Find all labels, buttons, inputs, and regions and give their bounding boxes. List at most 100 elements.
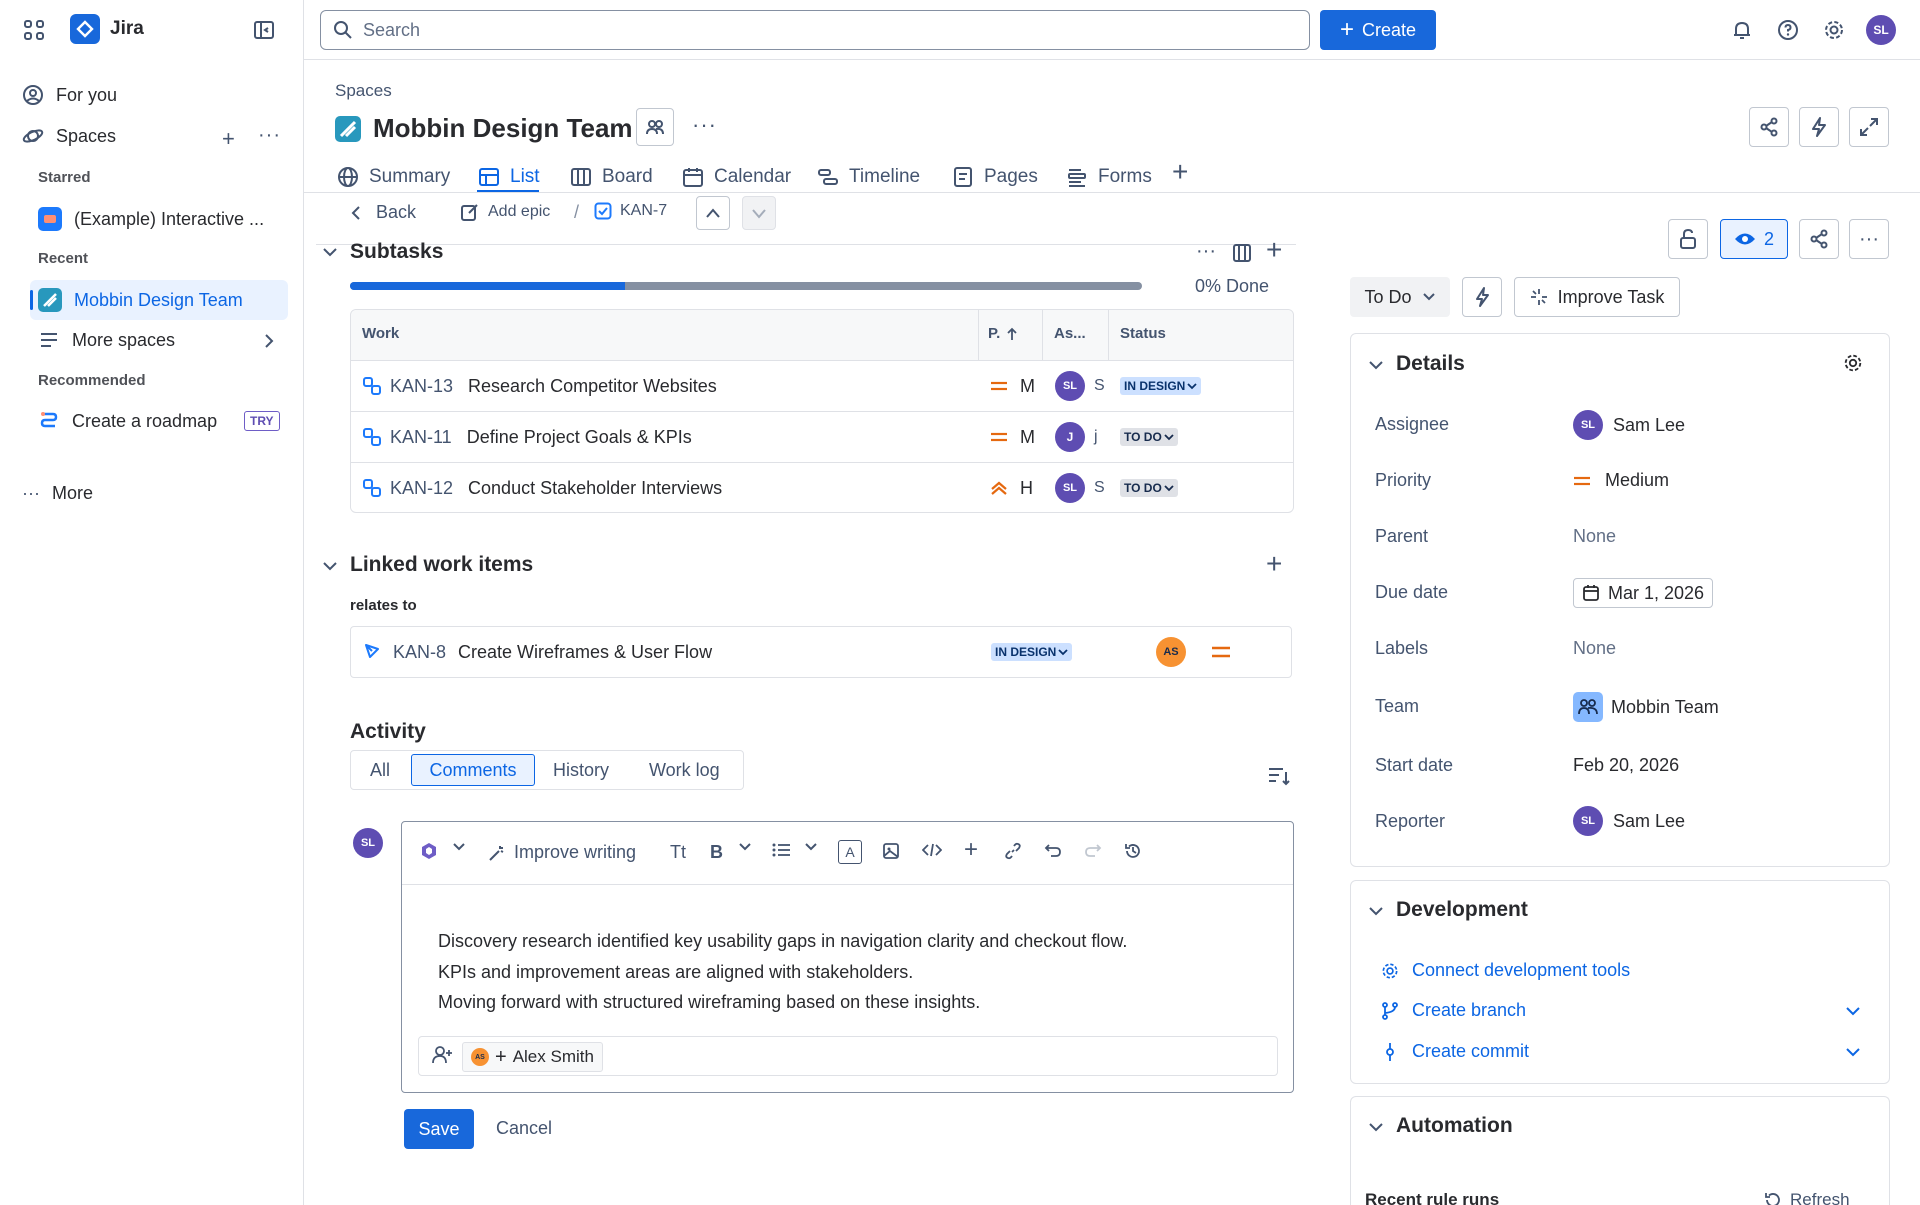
refresh-button[interactable]: Refresh (1764, 1190, 1850, 1205)
mention-chip[interactable]: AS + Alex Smith (462, 1042, 603, 1072)
issue-more-button[interactable]: ··· (1849, 219, 1889, 259)
field-parent[interactable]: None (1573, 526, 1616, 547)
avatar[interactable]: AS (1156, 637, 1186, 667)
restrictions-button[interactable] (1668, 219, 1708, 259)
gear-icon[interactable] (1842, 352, 1864, 374)
app-switcher-icon[interactable] (22, 18, 46, 42)
field-team[interactable]: Mobbin Team (1573, 692, 1719, 722)
status-lozenge[interactable]: IN DESIGN (991, 643, 1073, 661)
create-branch-link[interactable]: Create branch (1380, 1000, 1526, 1021)
add-subtask-icon[interactable]: + (1266, 236, 1282, 264)
chevron-down-icon[interactable] (1845, 1047, 1861, 1057)
linked-key[interactable]: KAN-8 (393, 642, 446, 663)
tab-timeline[interactable]: Timeline (817, 160, 920, 194)
more-actions-icon[interactable]: ··· (258, 124, 281, 147)
history-icon[interactable] (1124, 842, 1142, 860)
table-row[interactable]: KAN-11 Define Project Goals & KPIs M J j… (350, 411, 1294, 462)
activity-tab-history[interactable]: History (553, 760, 609, 781)
cancel-button[interactable]: Cancel (496, 1118, 552, 1139)
text-style-icon[interactable]: Tt (670, 842, 686, 863)
next-issue-button[interactable] (742, 196, 776, 230)
field-due-date[interactable]: Mar 1, 2026 (1573, 578, 1714, 608)
improve-writing-button[interactable]: Improve writing (488, 842, 636, 863)
collapse-sidebar-icon[interactable] (252, 18, 276, 42)
sidebar-item-more-spaces[interactable]: More spaces (38, 329, 175, 351)
sidebar-item-mobbin-design-team[interactable]: Mobbin Design Team (38, 288, 243, 312)
status-dropdown[interactable]: To Do (1350, 277, 1450, 317)
sidebar-item-create-roadmap[interactable]: Create a roadmap (38, 410, 217, 432)
settings-icon[interactable] (1822, 18, 1846, 42)
table-row[interactable]: KAN-13 Research Competitor Websites M SL… (350, 360, 1294, 411)
project-more-icon[interactable]: ··· (692, 112, 717, 138)
previous-issue-button[interactable] (696, 196, 730, 230)
field-priority[interactable]: Medium (1573, 470, 1669, 491)
text-color-icon[interactable]: A (838, 840, 862, 864)
share-button[interactable] (1749, 107, 1789, 147)
chevron-down-icon[interactable] (452, 842, 466, 852)
status-lozenge[interactable]: TO DO (1120, 428, 1178, 446)
save-button[interactable]: Save (404, 1109, 474, 1149)
add-link-icon[interactable]: + (1266, 550, 1282, 578)
chevron-right-icon[interactable] (262, 332, 276, 350)
columns-icon[interactable] (1232, 243, 1252, 263)
bold-icon[interactable]: B (710, 842, 723, 863)
expand-button[interactable] (1849, 107, 1889, 147)
linked-summary[interactable]: Create Wireframes & User Flow (458, 642, 712, 663)
link-icon[interactable] (1004, 842, 1022, 860)
subtask-key[interactable]: KAN-11 (390, 427, 452, 448)
subtask-key[interactable]: KAN-12 (390, 478, 453, 499)
breadcrumb[interactable]: Spaces (335, 81, 392, 101)
connect-dev-tools-link[interactable]: Connect development tools (1380, 960, 1630, 981)
sort-icon[interactable] (1268, 766, 1290, 786)
issue-key-link[interactable]: KAN-7 (594, 202, 667, 220)
notifications-icon[interactable] (1730, 18, 1754, 42)
collapse-development-icon[interactable] (1368, 905, 1384, 917)
improve-task-button[interactable]: Improve Task (1514, 277, 1680, 317)
chevron-down-icon[interactable] (1845, 1006, 1861, 1016)
user-avatar[interactable]: SL (1866, 15, 1896, 45)
avatar[interactable]: J (1055, 422, 1085, 452)
automation-button[interactable] (1799, 107, 1839, 147)
undo-icon[interactable] (1044, 842, 1062, 858)
watchers-button[interactable]: 2 (1720, 219, 1788, 259)
share-issue-button[interactable] (1799, 219, 1839, 259)
search-input[interactable]: Search (320, 10, 1310, 50)
jira-logo[interactable]: Jira (70, 14, 144, 44)
tab-calendar[interactable]: Calendar (682, 160, 791, 194)
subtask-summary[interactable]: Define Project Goals & KPIs (467, 427, 692, 448)
field-labels[interactable]: None (1573, 638, 1616, 659)
ai-assistant-button[interactable] (420, 842, 438, 860)
sidebar-item-spaces[interactable]: Spaces (22, 125, 116, 147)
team-button[interactable] (636, 108, 674, 146)
collapse-details-icon[interactable] (1368, 359, 1384, 371)
insert-plus-icon[interactable]: + (964, 836, 978, 864)
back-button[interactable]: Back (350, 202, 416, 223)
bullet-list-icon[interactable] (772, 842, 792, 858)
tab-forms[interactable]: Forms (1066, 160, 1152, 194)
add-tab-icon[interactable]: + (1172, 158, 1188, 186)
sidebar-item-for-you[interactable]: For you (22, 84, 117, 106)
table-row[interactable]: KAN-12 Conduct Stakeholder Interviews H … (350, 462, 1294, 513)
activity-tab-comments[interactable]: Comments (411, 754, 535, 786)
subtask-key[interactable]: KAN-13 (390, 376, 453, 397)
status-lozenge[interactable]: IN DESIGN (1120, 377, 1202, 395)
add-space-icon[interactable]: + (222, 126, 235, 152)
avatar[interactable]: SL (1055, 371, 1085, 401)
create-button[interactable]: + Create (1320, 10, 1436, 50)
column-header-assignee[interactable]: As... (1054, 325, 1086, 342)
collapse-subtasks-icon[interactable] (322, 246, 338, 258)
field-start-date[interactable]: Feb 20, 2026 (1573, 755, 1679, 776)
subtask-summary[interactable]: Conduct Stakeholder Interviews (468, 478, 722, 499)
tab-pages[interactable]: Pages (952, 160, 1038, 194)
avatar[interactable]: SL (1055, 473, 1085, 503)
activity-tab-work-log[interactable]: Work log (649, 760, 720, 781)
comment-body[interactable]: Discovery research identified key usabil… (438, 926, 1127, 1018)
collapse-linked-icon[interactable] (322, 560, 338, 572)
sidebar-item-starred-project[interactable]: (Example) Interactive ... (38, 207, 264, 231)
activity-tab-all[interactable]: All (370, 760, 390, 781)
chevron-down-icon[interactable] (804, 842, 818, 852)
create-commit-link[interactable]: Create commit (1380, 1041, 1529, 1062)
field-assignee[interactable]: SL Sam Lee (1573, 410, 1685, 440)
code-icon[interactable] (922, 842, 942, 858)
help-icon[interactable] (1776, 18, 1800, 42)
